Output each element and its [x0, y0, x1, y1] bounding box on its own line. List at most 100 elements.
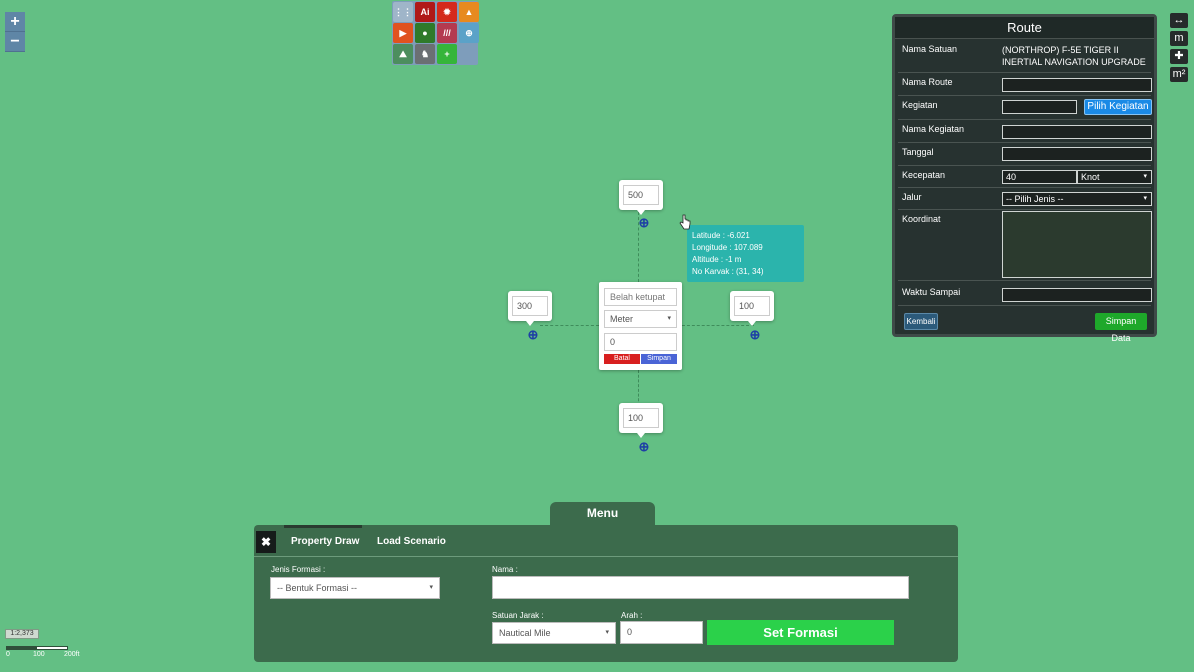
nama-label: Nama : — [492, 565, 518, 574]
jenis-formasi-value: -- Bentuk Formasi -- — [277, 583, 358, 593]
nama-route-input[interactable] — [1002, 78, 1152, 92]
formation-line-left — [540, 325, 599, 326]
kembali-button[interactable]: Kembali — [904, 313, 938, 330]
jenis-formasi-label: Jenis Formasi : — [271, 565, 326, 574]
satuan-jarak-select[interactable]: Nautical Mile ▾ — [492, 622, 616, 644]
zoom-in-button[interactable]: + — [5, 12, 25, 32]
aircraft-marker-icon[interactable]: ⊕ — [749, 328, 761, 341]
kecepatan-input[interactable]: 40 — [1002, 170, 1077, 184]
soldier-icon[interactable]: ♞ — [415, 44, 435, 64]
move-icon[interactable]: ✚ — [1170, 49, 1188, 64]
tool-palette: ⋮⋮ Ai ✹ ▲ ▶ ●///⊕ ⛰ ♞ + — [392, 1, 479, 65]
pilih-kegiatan-button[interactable]: Pilih Kegiatan — [1084, 99, 1152, 115]
nama-satuan-label: Nama Satuan — [902, 44, 958, 54]
tooltip-latitude: Latitude : -6.021 — [692, 231, 750, 240]
tent-icon[interactable]: ▲ — [459, 2, 479, 22]
tab-load-scenario[interactable]: Load Scenario — [377, 536, 446, 547]
formation-left-value: 300 — [517, 301, 533, 311]
formation-top-input[interactable]: 500 — [623, 185, 659, 205]
waktu-sampai-input[interactable] — [1002, 288, 1152, 302]
kecepatan-unit-select[interactable]: Knot ▾ — [1077, 170, 1152, 184]
world-map-icon[interactable]: ⊕ — [459, 23, 479, 43]
aircraft-marker-icon[interactable]: ⊕ — [638, 216, 650, 229]
chevron-down-icon: ▾ — [1143, 173, 1147, 180]
hand-cursor-icon — [679, 214, 691, 230]
formation-box-right: 100 — [730, 291, 774, 326]
row-nama-satuan: Nama Satuan (NORTHROP) F-5E TIGER II INE… — [898, 41, 1151, 73]
nama-input[interactable] — [492, 576, 909, 599]
tooltip-altitude: Altitude : -1 m — [692, 255, 742, 264]
route-panel: Route Nama Satuan (NORTHROP) F-5E TIGER … — [892, 14, 1157, 343]
formation-unit-select[interactable]: Meter ▾ — [604, 310, 677, 328]
tooltip-no-karvak: No Karvak : (31, 34) — [692, 267, 764, 276]
scale-label-100: 100 — [33, 651, 45, 658]
jalur-select[interactable]: -- Pilih Jenis -- ▾ — [1002, 192, 1152, 206]
koordinat-label: Koordinat — [902, 214, 941, 224]
nama-kegiatan-input[interactable] — [1002, 125, 1152, 139]
measure-controls: ↔ m ✚ m² — [1170, 13, 1188, 85]
koordinat-textarea[interactable] — [1002, 211, 1152, 278]
nama-kegiatan-label: Nama Kegiatan — [902, 124, 965, 134]
scale-ratio: 1:2,373 — [5, 629, 39, 639]
chevron-down-icon: ▾ — [605, 629, 609, 636]
formation-line-right — [682, 325, 754, 326]
satuan-jarak-label: Satuan Jarak : — [492, 611, 544, 620]
batal-button[interactable]: Batal — [604, 354, 640, 364]
simpan-button[interactable]: Simpan — [641, 354, 677, 364]
formation-bottom-input[interactable]: 100 — [623, 408, 659, 428]
kegiatan-label: Kegiatan — [902, 100, 938, 110]
kegiatan-input[interactable] — [1002, 100, 1077, 114]
arah-input[interactable]: 0 — [620, 621, 703, 644]
row-kegiatan: Kegiatan Pilih Kegiatan — [898, 97, 1152, 120]
row-kecepatan: Kecepatan 40 Knot ▾ — [898, 167, 1152, 188]
tree-icon[interactable]: ● — [415, 23, 435, 43]
formation-right-value: 100 — [739, 301, 755, 311]
kecepatan-unit-value: Knot — [1081, 172, 1100, 182]
active-tab-indicator — [284, 525, 362, 528]
row-tanggal: Tanggal — [898, 144, 1152, 166]
add-icon[interactable]: + — [437, 44, 457, 64]
ai-file-icon[interactable]: Ai — [415, 2, 435, 22]
row-nama-route: Nama Route — [898, 74, 1152, 96]
aircraft-marker-icon[interactable]: ⊕ — [638, 440, 650, 453]
tanggal-input[interactable] — [1002, 147, 1152, 161]
simpan-data-button[interactable]: Simpan Data — [1095, 313, 1147, 343]
menu-tab-bar: ✖ Property Draw Load Scenario — [254, 525, 958, 557]
area-icon[interactable]: m² — [1170, 67, 1188, 82]
scale-label-0: 0 — [6, 651, 10, 658]
barbed-wire-icon[interactable]: /// — [437, 23, 457, 43]
tab-property-draw[interactable]: Property Draw — [291, 536, 359, 547]
set-formasi-button[interactable]: Set Formasi — [707, 620, 894, 645]
close-icon[interactable]: ✖ — [256, 531, 276, 553]
row-nama-kegiatan: Nama Kegiatan — [898, 121, 1152, 143]
arah-label: Arah : — [621, 611, 643, 620]
meter-icon[interactable]: m — [1170, 31, 1188, 46]
formation-value-input[interactable]: 0 — [604, 333, 677, 351]
row-koordinat: Koordinat — [898, 211, 1152, 281]
formation-line-bottom — [638, 370, 639, 406]
measure-distance-icon[interactable]: ↔ — [1170, 13, 1188, 28]
menu-panel: ✖ Property Draw Load Scenario Jenis Form… — [254, 525, 958, 662]
formation-left-input[interactable]: 300 — [512, 296, 548, 316]
grid-dots-icon[interactable]: ⋮⋮ — [393, 2, 413, 22]
zoom-out-button[interactable]: − — [5, 32, 25, 52]
row-waktu-sampai: Waktu Sampai — [898, 284, 1152, 306]
row-jalur: Jalur -- Pilih Jenis -- ▾ — [898, 189, 1152, 210]
video-icon[interactable]: ▶ — [393, 23, 413, 43]
jalur-value: -- Pilih Jenis -- — [1006, 194, 1064, 204]
waktu-sampai-label: Waktu Sampai — [902, 287, 961, 297]
chevron-down-icon: ▾ — [429, 584, 433, 591]
red-gear-icon[interactable]: ✹ — [437, 2, 457, 22]
formation-type-input[interactable]: Belah ketupat — [604, 288, 677, 306]
coordinate-tooltip: Latitude : -6.021 Longitude : 107.089 Al… — [687, 225, 804, 282]
landscape-icon[interactable]: ⛰ — [393, 44, 413, 64]
formation-right-input[interactable]: 100 — [734, 296, 770, 316]
formation-box-left: 300 — [508, 291, 552, 326]
menu-toggle-tab[interactable]: Menu — [550, 502, 655, 527]
chevron-down-icon: ▾ — [667, 315, 671, 322]
jalur-label: Jalur — [902, 192, 922, 202]
formation-top-value: 500 — [628, 190, 644, 200]
jenis-formasi-select[interactable]: -- Bentuk Formasi -- ▾ — [270, 577, 440, 599]
formation-center-form: Belah ketupat Meter ▾ 0 Batal Simpan — [599, 282, 682, 370]
aircraft-marker-icon[interactable]: ⊕ — [527, 328, 539, 341]
